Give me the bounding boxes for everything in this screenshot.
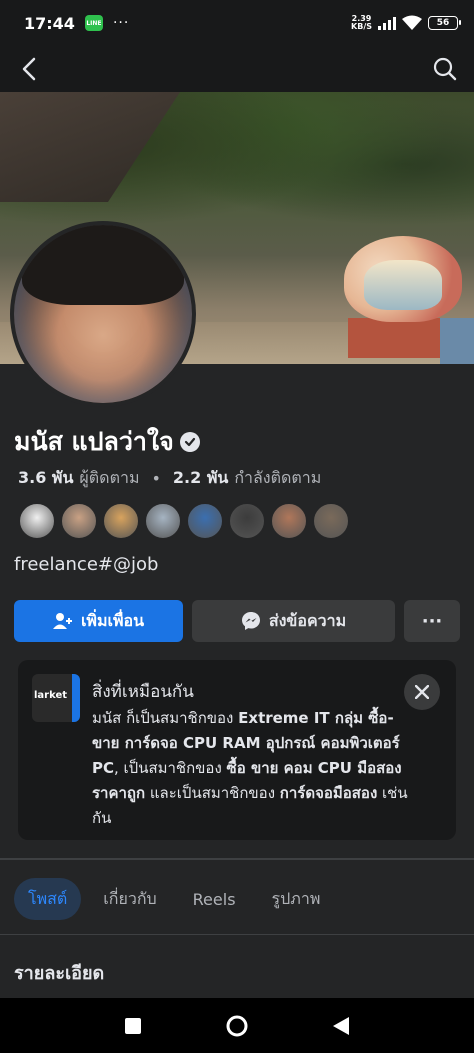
group-thumbnail[interactable]: larket [32,674,80,722]
home-button[interactable] [223,1012,251,1040]
profile-avatar[interactable] [10,221,196,407]
mutual-title: สิ่งที่เหมือนกัน [92,682,194,702]
friend-avatar[interactable] [228,502,266,540]
message-button[interactable]: ส่งข้อความ [192,600,395,642]
search-icon [433,57,457,81]
following-label[interactable]: กำลังติดตาม [234,466,321,491]
friend-avatar[interactable] [186,502,224,540]
net-speed: 2.39 KB/S [351,15,372,31]
signal-icon [378,16,396,30]
messenger-icon [241,612,260,630]
system-navigation-bar [0,998,474,1053]
friend-avatar[interactable] [312,502,350,540]
wifi-icon [402,15,422,31]
triangle-back-icon [333,1017,349,1035]
system-back-button[interactable] [327,1012,355,1040]
friend-avatar[interactable] [102,502,140,540]
following-count[interactable]: 2.2 พัน [173,466,228,491]
square-icon [125,1018,141,1034]
recent-apps-button[interactable] [119,1012,147,1040]
tab-reels[interactable]: Reels [179,878,250,920]
followers-count[interactable]: 3.6 พัน [18,466,73,491]
notification-dots: ··· [112,15,130,31]
circle-icon [226,1015,248,1037]
battery-icon: 56 [428,16,461,30]
details-section-title: รายละเอียด [14,963,105,984]
friend-avatar[interactable] [18,502,56,540]
more-options-button[interactable]: ··· [404,600,460,642]
search-button[interactable] [430,54,460,84]
add-friend-icon [52,613,72,629]
stats-separator: • [151,469,161,488]
mutual-text-1: มนัส ก็เป็นสมาชิกของ [92,709,239,727]
chevron-left-icon [22,57,36,81]
more-icon: ··· [421,610,443,632]
followers-label[interactable]: ผู้ติดตาม [79,466,139,491]
add-friend-button[interactable]: เพิ่มเพื่อน [14,600,183,642]
tab-about[interactable]: เกี่ยวกับ [89,878,170,920]
back-button[interactable] [14,54,44,84]
status-bar: 17:44 LINE ··· 2.39 KB/S 56 [0,0,474,46]
group-thumbnail-text: larket [34,690,68,701]
battery-level: 56 [436,18,450,28]
mutual-interests-card: larket สิ่งที่เหมือนกัน มนัส ก็เป็นสมาชิ… [18,660,456,840]
line-app-icon: LINE [84,15,103,31]
tab-photos[interactable]: รูปภาพ [258,878,335,920]
divider [0,858,474,860]
friend-avatar[interactable] [144,502,182,540]
friend-avatar[interactable] [270,502,308,540]
friend-avatar[interactable] [60,502,98,540]
net-speed-unit: KB/S [351,22,372,31]
status-right: 2.39 KB/S 56 [351,15,461,31]
friends-preview[interactable] [18,502,350,540]
profile-tabs: โพสต์ เกี่ยวกับ Reels รูปภาพ [14,878,334,920]
profile-name: มนัส แปลว่าใจ [14,427,174,456]
add-friend-label: เพิ่มเพื่อน [80,610,145,630]
status-time: 17:44 [24,13,75,33]
mutual-description: มนัส ก็เป็นสมาชิกของ Extreme IT กลุ่ม ซื… [92,706,412,831]
mutual-group-link-3[interactable]: การ์ดจอมือสอง [280,784,378,802]
mutual-text-3: และเป็นสมาชิกของ [145,784,280,802]
message-label: ส่งข้อความ [268,610,347,630]
tab-posts[interactable]: โพสต์ [14,878,82,920]
line-app-icon-text: LINE [86,19,102,27]
close-icon [415,685,429,699]
profile-name-row: มนัส แปลว่าใจ [14,422,200,462]
profile-stats: 3.6 พัน ผู้ติดตาม • 2.2 พัน กำลังติดตาม [18,466,321,491]
verified-badge-icon [179,432,200,452]
tabs-divider [0,934,474,935]
close-card-button[interactable] [404,674,440,710]
top-nav [0,46,474,92]
mutual-text-2: , เป็นสมาชิกของ [114,759,227,777]
profile-bio: freelance#@job [14,554,159,575]
